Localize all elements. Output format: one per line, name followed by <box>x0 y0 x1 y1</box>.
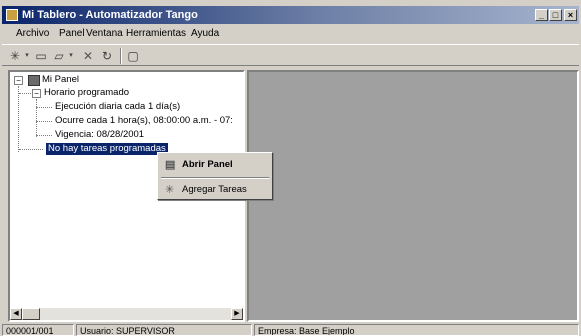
open-panel-icon: ▤ <box>165 159 176 171</box>
tree-connector <box>19 149 43 150</box>
tree-connector <box>36 99 37 137</box>
status-bar: 000001/001 Usuario: SUPERVISOR Empresa: … <box>2 324 579 336</box>
menu-bar: Archivo Panel Ventana Herramientas Ayuda <box>2 26 579 42</box>
menu-panel[interactable]: Panel <box>59 28 85 39</box>
add-task-icon[interactable]: ✳ <box>8 48 22 64</box>
tree-connector <box>36 121 52 122</box>
application-window: Mi Tablero - Automatizador Tango _ □ × A… <box>0 0 581 336</box>
tree-connector <box>36 107 52 108</box>
app-icon[interactable] <box>6 9 18 21</box>
menu-item-agregar-tareas[interactable]: ✳ Agregar Tareas <box>160 180 270 200</box>
menu-herramientas[interactable]: Herramientas <box>126 28 186 39</box>
close-button[interactable]: × <box>564 9 577 21</box>
open-panel-icon[interactable]: ▭ <box>34 48 48 64</box>
dropdown-arrow-icon[interactable]: ▾ <box>67 48 75 64</box>
tree-root-label[interactable]: Mi Panel <box>42 74 79 86</box>
add-task-icon: ✳ <box>165 184 175 196</box>
scroll-right-icon[interactable]: ▶ <box>231 308 243 320</box>
collapse-icon[interactable]: − <box>32 89 41 98</box>
status-user: Usuario: SUPERVISOR <box>76 324 252 336</box>
minimize-button[interactable]: _ <box>535 9 548 21</box>
tree-connector <box>19 93 31 94</box>
menu-item-label: Abrir Panel <box>182 159 233 170</box>
window-title: Mi Tablero - Automatizador Tango <box>22 9 198 21</box>
menu-separator <box>161 177 269 179</box>
open-folder-icon[interactable]: ▱ <box>52 48 66 64</box>
menu-ventana[interactable]: Ventana <box>86 28 123 39</box>
menu-item-label: Agregar Tareas <box>182 184 247 195</box>
toolbar: ✳ ▾ ▭ ▱ ▾ ✕ ↻ ▢ <box>2 44 579 66</box>
horizontal-scrollbar[interactable]: ◀ ▶ <box>10 308 243 320</box>
menu-ayuda[interactable]: Ayuda <box>191 28 219 39</box>
dropdown-arrow-icon[interactable]: ▾ <box>23 48 31 64</box>
delete-icon[interactable]: ✕ <box>81 48 95 64</box>
window-icon[interactable]: ▢ <box>126 48 140 64</box>
refresh-icon[interactable]: ↻ <box>100 48 114 64</box>
tree-detail-item[interactable]: Ejecución diaria cada 1 día(s) <box>55 101 180 113</box>
menu-item-abrir-panel[interactable]: ▤ Abrir Panel <box>160 155 270 175</box>
menu-archivo[interactable]: Archivo <box>16 28 49 39</box>
tree-detail-item[interactable]: Ocurre cada 1 hora(s), 08:00:00 a.m. - 0… <box>55 115 233 127</box>
title-bar[interactable]: Mi Tablero - Automatizador Tango _ □ × <box>2 6 579 24</box>
toolbar-separator <box>120 48 122 64</box>
tree-schedule-label[interactable]: Horario programado <box>44 87 129 99</box>
panel-icon <box>28 75 40 86</box>
content-pane <box>247 70 579 322</box>
tree-detail-item[interactable]: Vigencia: 08/28/2001 <box>55 129 144 141</box>
maximize-button[interactable]: □ <box>549 9 562 21</box>
tree-connector <box>36 135 52 136</box>
scroll-thumb[interactable] <box>22 308 40 320</box>
tree-no-tasks-item[interactable]: No hay tareas programadas <box>46 143 168 155</box>
scroll-left-icon[interactable]: ◀ <box>10 308 22 320</box>
status-company: Empresa: Base Ejemplo <box>254 324 579 336</box>
collapse-icon[interactable]: − <box>14 76 23 85</box>
status-record-id: 000001/001 <box>2 324 74 336</box>
context-menu: ▤ Abrir Panel ✳ Agregar Tareas <box>157 152 273 200</box>
tree-connector <box>18 86 19 152</box>
